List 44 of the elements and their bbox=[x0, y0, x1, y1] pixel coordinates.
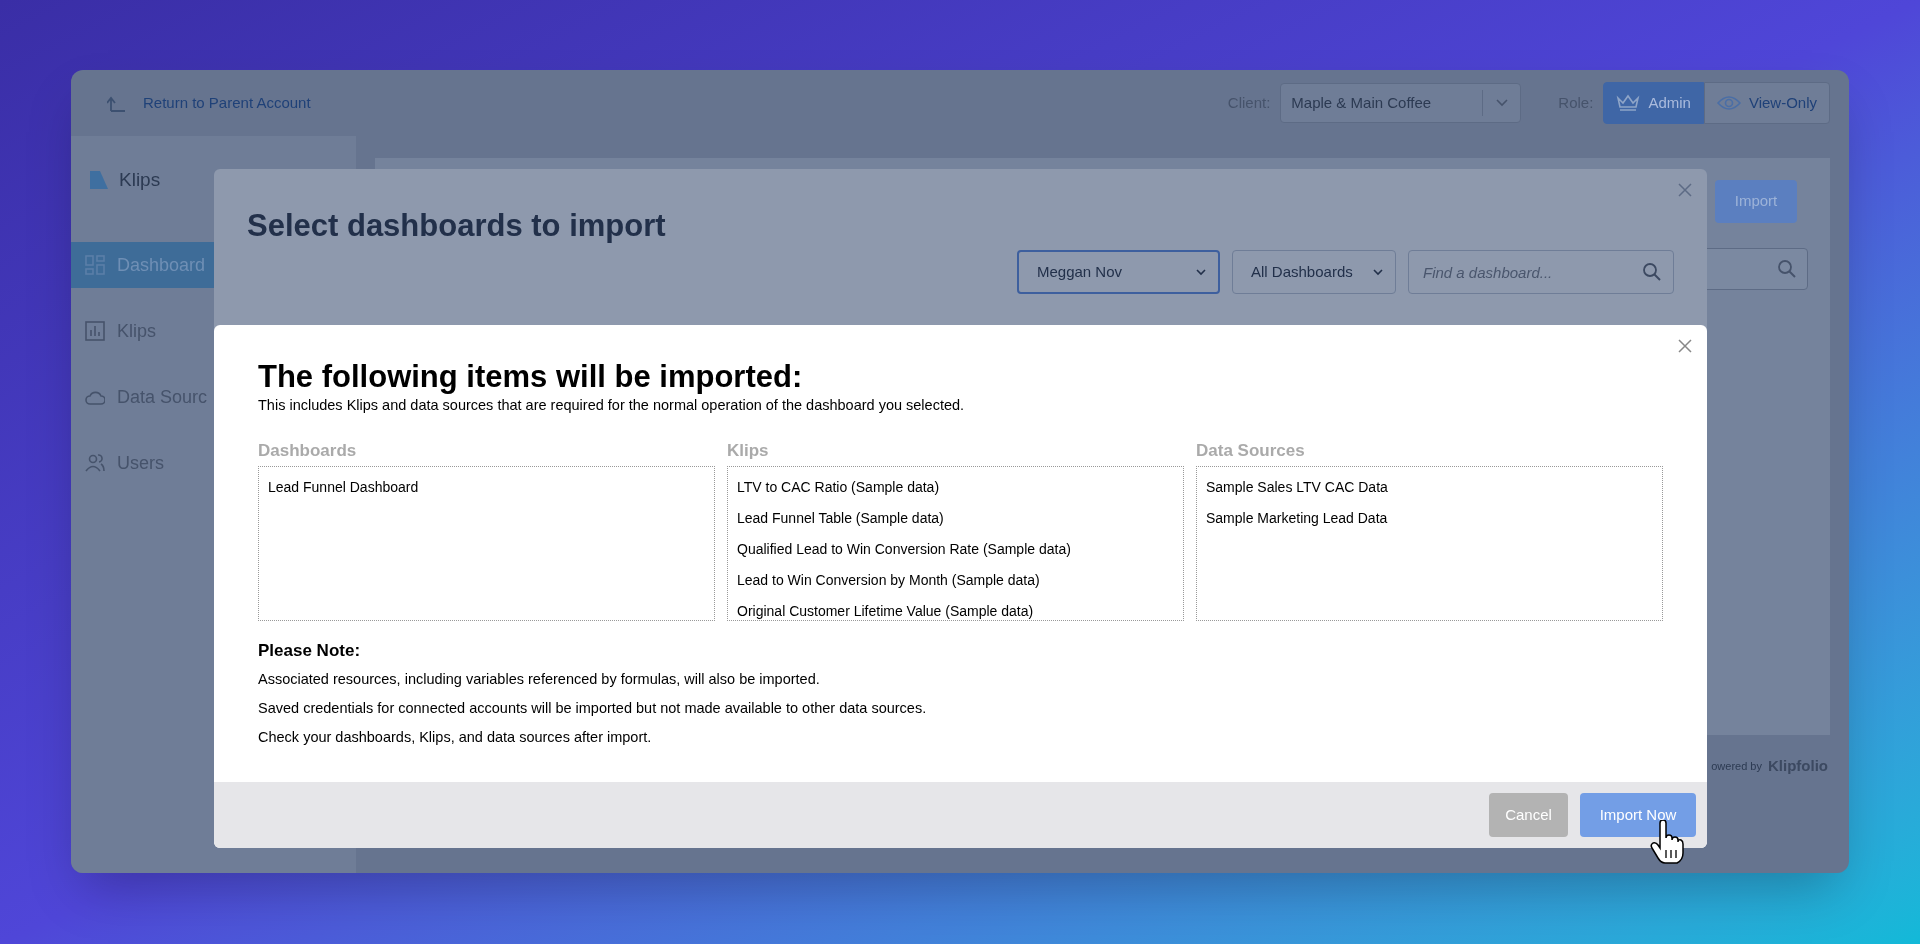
cancel-button[interactable]: Cancel bbox=[1489, 793, 1568, 837]
search-icon bbox=[1777, 259, 1797, 279]
list-item: Sample Sales LTV CAC Data bbox=[1206, 478, 1389, 498]
note-heading: Please Note: bbox=[258, 640, 362, 663]
dashboard-grid-icon bbox=[85, 255, 105, 275]
dialog-title: The following items will be imported: bbox=[258, 359, 804, 395]
logo-icon bbox=[89, 170, 109, 190]
chevron-down-icon bbox=[1196, 268, 1206, 276]
search-icon bbox=[1642, 262, 1662, 282]
search-field[interactable]: Find a dashboard... bbox=[1408, 250, 1674, 294]
role-toggle[interactable]: Admin bbox=[1603, 82, 1704, 124]
role-toggle[interactable]: View-Only bbox=[1703, 82, 1830, 124]
import-now-button[interactable]: Import Now bbox=[1580, 793, 1696, 837]
import-button[interactable]: Import bbox=[1715, 180, 1797, 223]
list-item: Lead to Win Conversion by Month (Sample data) bbox=[737, 571, 1041, 591]
list-item: Original Customer Lifetime Value (Sample data) bbox=[737, 602, 1035, 622]
list-item: Sample Marketing Lead Data bbox=[1206, 509, 1389, 529]
dialog-subtitle: This includes Klips and data sources that are required for the normal operation of the dashboard you selected. bbox=[258, 396, 966, 415]
eye-icon bbox=[1716, 94, 1741, 112]
chevron-down-icon bbox=[1373, 268, 1383, 276]
brand-name: Klips bbox=[119, 167, 161, 192]
powered-by-text: owered by bbox=[1711, 759, 1762, 774]
crown-icon bbox=[1616, 94, 1641, 112]
note-text: Saved credentials for connected accounts will be imported but not made available to other data sources. bbox=[258, 698, 928, 718]
client-select[interactable]: Maple & Main Coffee bbox=[1280, 83, 1522, 123]
dropdown[interactable]: All Dashboards bbox=[1232, 250, 1396, 294]
column-heading: Data Sources bbox=[1196, 439, 1306, 462]
dropdown[interactable]: Meggan Nov bbox=[1017, 250, 1220, 294]
list-item: Qualified Lead to Win Conversion Rate (Sample data) bbox=[737, 540, 1072, 560]
users-icon bbox=[85, 453, 105, 473]
bar-chart-icon bbox=[85, 321, 105, 341]
hand-cursor-icon bbox=[1650, 820, 1684, 864]
column-heading: Dashboards bbox=[258, 439, 358, 462]
list-item: Lead Funnel Table (Sample data) bbox=[737, 509, 945, 529]
close-icon bbox=[1678, 339, 1692, 353]
note-text: Check your dashboards, Klips, and data sources after import. bbox=[258, 727, 653, 747]
column-heading: Klips bbox=[727, 439, 770, 462]
list-item: LTV to CAC Ratio (Sample data) bbox=[737, 478, 941, 498]
list-item: Lead Funnel Dashboard bbox=[268, 478, 420, 498]
dialog-title: Select dashboards to import bbox=[247, 207, 666, 245]
chevron-down-icon bbox=[1495, 99, 1508, 107]
close-icon bbox=[1678, 183, 1692, 197]
return-link[interactable]: Return to Parent Account bbox=[107, 91, 311, 115]
note-text: Associated resources, including variables referenced by formulas, will also be imported. bbox=[258, 669, 821, 689]
